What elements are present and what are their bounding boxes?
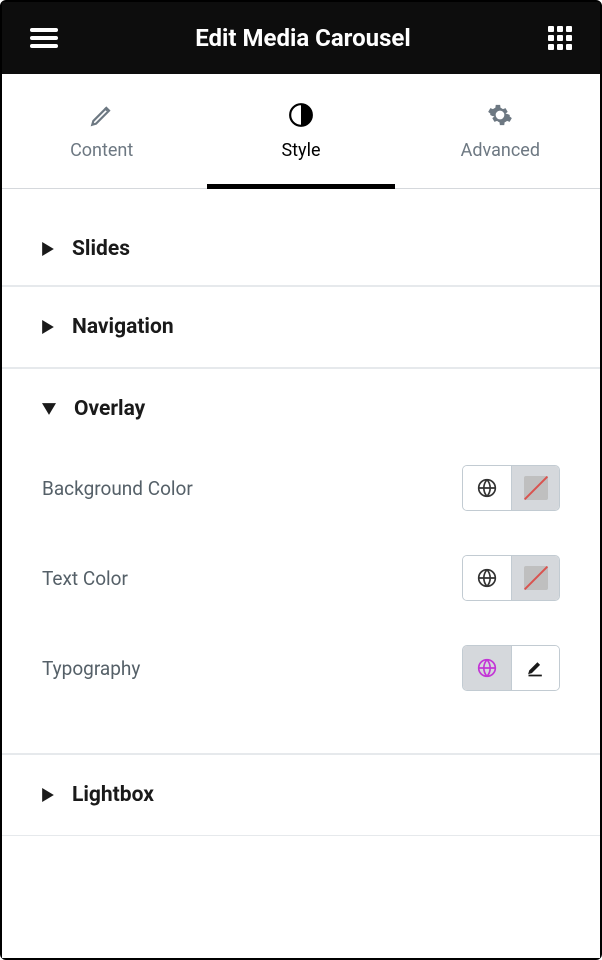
tab-label-style: Style <box>281 140 320 161</box>
control-label-bg-color: Background Color <box>42 477 193 500</box>
caret-down-icon <box>42 403 56 415</box>
control-background-color: Background Color <box>42 443 560 533</box>
global-typography-button[interactable] <box>463 646 511 690</box>
color-swatch-empty-icon <box>524 476 548 500</box>
tab-label-advanced: Advanced <box>461 140 540 161</box>
section-header-navigation[interactable]: Navigation <box>2 286 600 367</box>
control-text-color: Text Color <box>42 533 560 623</box>
gear-icon <box>487 102 513 128</box>
section-title-slides: Slides <box>72 237 130 261</box>
global-color-button[interactable] <box>463 556 511 600</box>
color-picker-button[interactable] <box>511 556 559 600</box>
globe-icon <box>477 658 497 678</box>
tab-label-content: Content <box>70 140 133 161</box>
section-header-slides[interactable]: Slides <box>2 189 600 285</box>
color-picker-button[interactable] <box>511 466 559 510</box>
panel-body: Slides Navigation Overlay Background Col… <box>2 189 600 958</box>
caret-right-icon <box>42 320 54 334</box>
control-buttons-typography <box>462 645 560 691</box>
color-swatch-empty-icon <box>524 566 548 590</box>
tab-advanced[interactable]: Advanced <box>401 74 600 188</box>
control-typography: Typography <box>42 623 560 713</box>
control-label-text-color: Text Color <box>42 567 128 590</box>
tab-style[interactable]: Style <box>201 74 400 188</box>
globe-icon <box>477 568 497 588</box>
section-body-overlay: Background Color Text Color <box>2 433 600 753</box>
section-title-overlay: Overlay <box>74 397 145 421</box>
pencil-icon <box>89 102 115 128</box>
tabs-bar: Content Style Advanced <box>2 74 600 189</box>
section-header-lightbox[interactable]: Lightbox <box>2 754 600 835</box>
control-label-typography: Typography <box>42 657 140 680</box>
typography-edit-button[interactable] <box>511 646 559 690</box>
globe-icon <box>477 478 497 498</box>
global-color-button[interactable] <box>463 466 511 510</box>
control-buttons-text-color <box>462 555 560 601</box>
tab-content[interactable]: Content <box>2 74 201 188</box>
pencil-edit-icon <box>526 658 546 678</box>
menu-icon[interactable] <box>30 28 58 48</box>
panel-title: Edit Media Carousel <box>195 24 410 52</box>
section-title-lightbox: Lightbox <box>72 783 154 807</box>
panel-header: Edit Media Carousel <box>2 2 600 74</box>
contrast-icon <box>288 102 314 128</box>
caret-right-icon <box>42 242 54 256</box>
caret-right-icon <box>42 788 54 802</box>
control-buttons-bg-color <box>462 465 560 511</box>
section-header-overlay[interactable]: Overlay <box>2 368 600 433</box>
apps-grid-icon[interactable] <box>548 26 572 50</box>
section-title-navigation: Navigation <box>72 315 174 339</box>
